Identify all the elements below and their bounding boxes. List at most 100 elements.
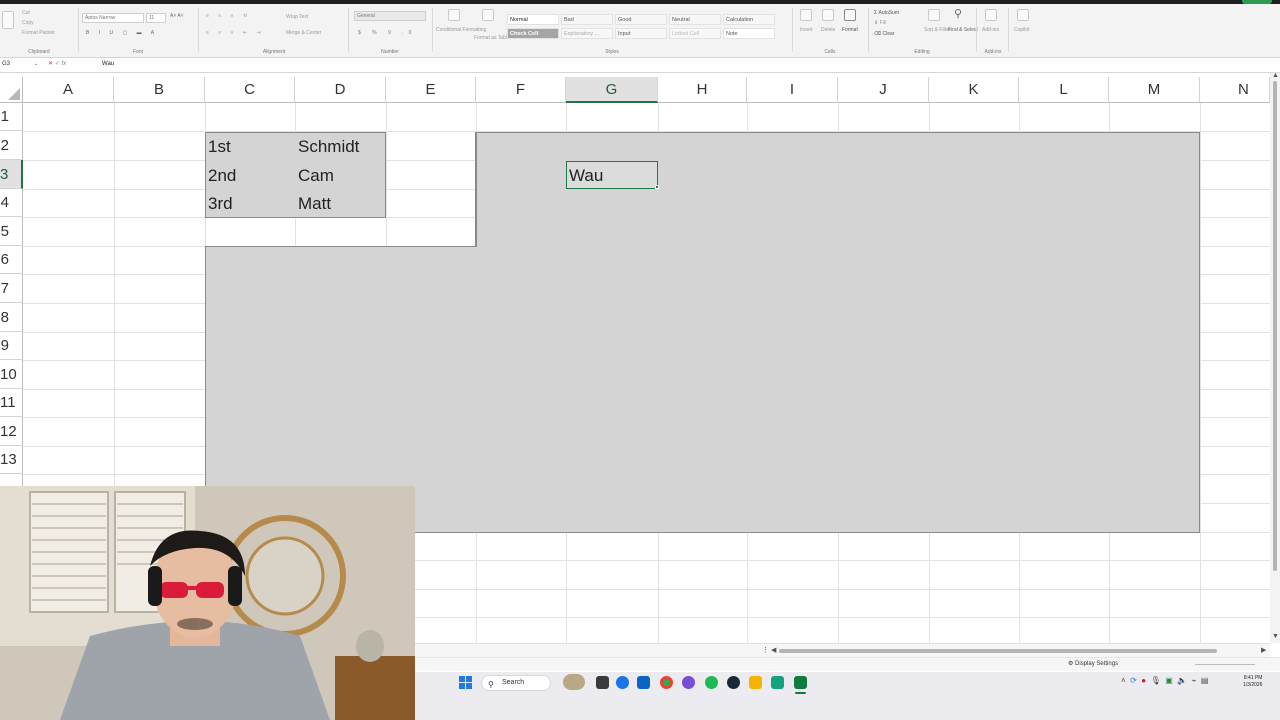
autosum-button[interactable]: Σ AutoSum [874,10,899,16]
file-explorer-icon[interactable] [637,676,650,689]
delete-button[interactable]: Delete [821,27,835,33]
cut-button[interactable]: Cut [22,10,30,16]
edge-browser-icon[interactable] [616,676,629,689]
scroll-down-icon[interactable]: ▼ [1272,633,1279,640]
number-format-icons[interactable]: $ % 9 .0 [358,30,416,36]
wrap-text-button[interactable]: Wrap Text [286,14,308,20]
format-cells-icon[interactable] [844,9,856,21]
row-header-8[interactable]: 8 [0,303,23,332]
style-normal[interactable]: Normal [507,14,559,25]
delete-cells-icon[interactable] [822,9,834,21]
row-header-13[interactable]: 13 [0,446,23,474]
clock[interactable]: 8:41 PM 1/3/2026 [1243,675,1262,689]
widgets-icon[interactable] [563,674,585,690]
cancel-icon[interactable]: ✕ [48,61,53,67]
share-button[interactable] [1242,0,1272,4]
column-header-k[interactable]: K [929,77,1019,103]
find-select-button[interactable]: Find & Select [948,27,978,33]
style-input[interactable]: Input [615,28,667,39]
horizontal-scrollbar[interactable]: ⋮ ◀ ▶ [415,643,1270,657]
style-explanatory[interactable]: Explanatory ... [561,28,613,39]
format-as-table-button[interactable]: Format as Table [474,35,510,41]
font-size-select[interactable]: 11 [146,13,166,23]
row-header-3[interactable]: 3 [0,160,23,189]
copilot-button[interactable]: Copilot [1014,27,1030,33]
folder-icon[interactable] [749,676,762,689]
excel-icon[interactable] [794,676,807,689]
clear-button[interactable]: ⌫ Clear [874,31,894,37]
cell-d4[interactable]: Matt [298,194,331,214]
row-header-7[interactable]: 7 [0,274,23,303]
enter-icon[interactable]: ✓ [55,61,60,67]
column-header-j[interactable]: J [838,77,929,103]
more-options-icon[interactable]: ⋮ [762,646,769,654]
chrome-icon[interactable] [660,676,673,689]
column-header-n[interactable]: N [1200,77,1270,103]
cell-c4[interactable]: 3rd [208,194,233,214]
row-header-2[interactable]: 2 [0,131,23,160]
app-icon[interactable] [682,676,695,689]
notification-icon[interactable]: ▤ [1201,676,1209,685]
format-button[interactable]: Format [842,27,858,33]
font-name-select[interactable]: Aptos Narrow [82,13,144,23]
cell-c3[interactable]: 2nd [208,166,236,186]
conditional-formatting-icon[interactable] [448,9,460,21]
task-view-icon[interactable] [596,676,609,689]
network-icon[interactable]: ⌁ [1192,676,1197,685]
column-header-l[interactable]: L [1019,77,1109,103]
tray-app-icon[interactable]: ▣ [1165,676,1173,685]
style-neutral[interactable]: Neutral [669,14,721,25]
addins-button[interactable]: Add-ins [982,27,999,33]
style-note[interactable]: Note [723,28,775,39]
scroll-up-icon[interactable]: ▲ [1272,72,1279,79]
spotify-icon[interactable] [705,676,718,689]
fill-button[interactable]: ⬇ Fill [874,20,886,26]
style-good[interactable]: Good [615,14,667,25]
column-header-f[interactable]: F [476,77,566,103]
column-header-m[interactable]: M [1109,77,1200,103]
row-header-5[interactable]: 5 [0,217,23,246]
font-style-icons[interactable]: B I U ▢ ▬ A [86,30,158,36]
sort-filter-button[interactable]: Sort & Filter [924,27,950,33]
style-bad[interactable]: Bad [561,14,613,25]
addins-icon[interactable] [985,9,997,21]
font-grow-icon[interactable]: A˄ A˅ [170,13,184,19]
row-header-11[interactable]: 11 [0,389,23,417]
insert-cells-icon[interactable] [800,9,812,21]
scroll-right-icon[interactable]: ▶ [1261,646,1266,654]
paste-icon[interactable] [2,11,14,29]
steam-icon[interactable] [727,676,740,689]
copy-button[interactable]: Copy [22,20,34,26]
style-calculation[interactable]: Calculation [723,14,775,25]
column-header-i[interactable]: I [747,77,838,103]
system-tray[interactable]: ˄ ⟳ ● 🎙 ▣ 🔈 ⌁ ▤ [1121,676,1208,685]
fill-handle[interactable] [655,185,659,189]
volume-icon[interactable]: 🔈 [1177,676,1187,685]
column-header-a[interactable]: A [23,77,114,103]
column-header-c[interactable]: C [205,77,295,103]
vertical-scrollbar[interactable]: ▲ ▼ [1270,72,1280,643]
format-painter-button[interactable]: Format Painter [22,30,55,36]
column-header-b[interactable]: B [114,77,205,103]
scroll-left-icon[interactable]: ◀ [771,646,776,654]
row-header-1[interactable]: 1 [0,103,23,131]
formula-input[interactable]: Wau [102,61,114,67]
horizontal-scroll-thumb[interactable] [779,649,1217,653]
column-header-d[interactable]: D [295,77,386,103]
row-header-12[interactable]: 12 [0,417,23,446]
insert-button[interactable]: Insert [800,27,813,33]
sort-filter-icon[interactable] [928,9,940,21]
column-header-g[interactable]: G [566,77,658,103]
style-check-cell[interactable]: Check Cell [507,28,559,39]
tray-app-icon[interactable]: ● [1141,676,1146,685]
tray-app-icon[interactable]: ⟳ [1130,676,1137,685]
copilot-icon[interactable] [1017,9,1029,21]
row-header-6[interactable]: 6 [0,246,23,274]
align-icons[interactable]: ≡ ≡ ≡ ⟲ [206,13,251,19]
chevron-up-icon[interactable]: ˄ [1121,676,1126,685]
display-settings-button[interactable]: ⚙ Display Settings [1068,660,1118,667]
number-format-select[interactable]: General [354,11,426,21]
app-icon[interactable] [771,676,784,689]
name-box[interactable]: G3 ⌄ [0,60,40,72]
cell-d3[interactable]: Cam [298,166,334,186]
